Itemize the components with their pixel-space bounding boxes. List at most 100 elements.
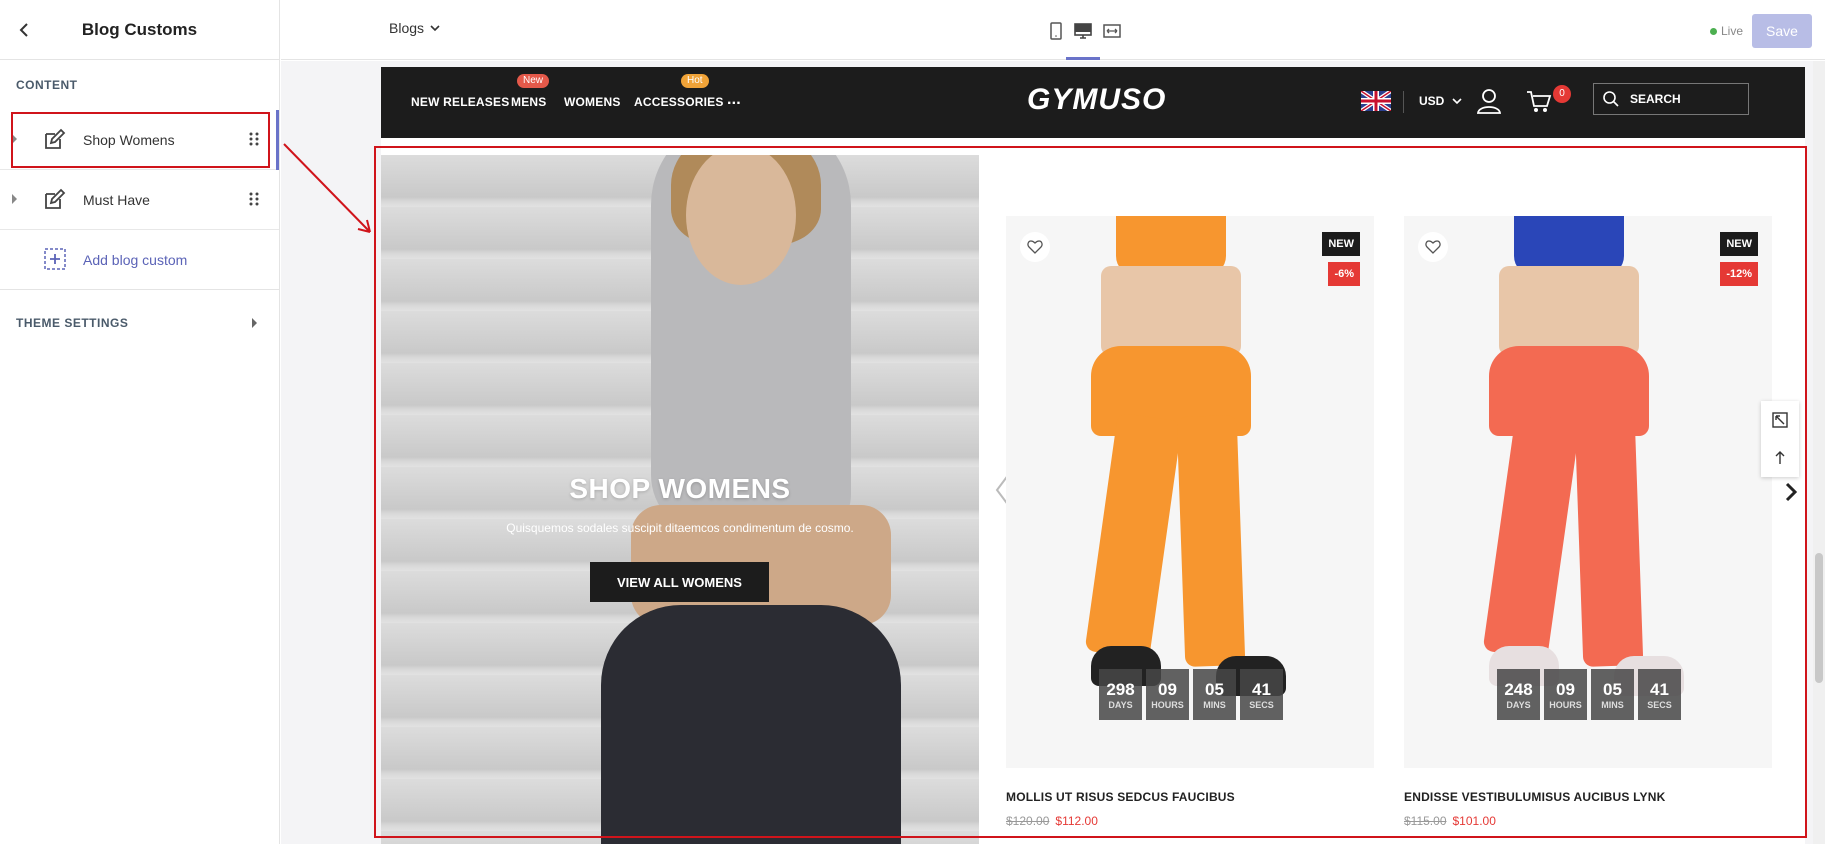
store-search-input[interactable]: SEARCH: [1593, 83, 1749, 115]
expand-caret-icon[interactable]: [12, 194, 17, 204]
save-button[interactable]: Save: [1752, 14, 1812, 48]
heart-icon: [1425, 240, 1441, 254]
caret-right-icon: [252, 318, 257, 328]
countdown-hours: 09 HOURS: [1544, 669, 1587, 720]
nav-divider: [1403, 91, 1404, 113]
sidebar-item-shop-womens[interactable]: Shop Womens: [0, 110, 279, 170]
countdown-value: 05: [1603, 679, 1622, 699]
resize-button[interactable]: [1761, 401, 1799, 439]
add-blog-custom-button[interactable]: Add blog custom: [0, 230, 279, 290]
product-card[interactable]: NEW -12% 248 DAYS 09 HOURS 05 MINS 41 SECS E…: [1404, 216, 1772, 828]
nav-item-womens[interactable]: WOMENS: [564, 95, 621, 109]
editor-toolbar: Blogs Live Save: [281, 0, 1825, 60]
store-navigation: NEW RELEASES New MENS WOMENS Hot ACCESSO…: [381, 67, 1805, 138]
nav-item-new-releases[interactable]: NEW RELEASES: [411, 95, 509, 109]
shop-womens-banner: SHOP WOMENS Quisquemos sodales suscipit …: [381, 155, 979, 844]
preview-scrollbar[interactable]: [1813, 61, 1825, 844]
product-name[interactable]: ENDISSE VESTIBULUMISUS AUCIBUS LYNK: [1404, 790, 1772, 804]
drag-handle-icon[interactable]: [249, 192, 259, 206]
countdown-days: 248 DAYS: [1497, 669, 1540, 720]
countdown-value: 41: [1650, 679, 1669, 699]
countdown-label: DAYS: [1506, 699, 1531, 710]
sale-price: $101.00: [1452, 814, 1496, 828]
countdown-label: MINS: [1601, 699, 1624, 710]
live-status-dot: [1710, 27, 1717, 35]
currency-selector[interactable]: USD: [1419, 94, 1462, 108]
edit-icon: [45, 188, 66, 209]
product-image-leg: [1482, 412, 1581, 660]
page-selector-label: Blogs: [389, 20, 425, 36]
sale-price: $112.00: [1055, 814, 1098, 828]
live-status-label: Live: [1721, 24, 1744, 38]
heart-icon: [1027, 240, 1043, 254]
uk-flag-icon[interactable]: [1361, 91, 1391, 111]
scroll-to-top-button[interactable]: [1761, 439, 1799, 477]
chevron-left-icon: [19, 23, 28, 37]
view-all-womens-button[interactable]: VIEW ALL WOMENS: [590, 562, 769, 602]
countdown-label: MINS: [1203, 699, 1226, 710]
page-selector-dropdown[interactable]: Blogs: [389, 20, 440, 36]
shopping-cart-icon[interactable]: [1525, 87, 1553, 115]
countdown-value: 05: [1205, 679, 1224, 699]
arrow-up-icon: [1775, 451, 1785, 464]
carousel-next-arrow[interactable]: [1781, 480, 1801, 504]
wishlist-button[interactable]: [1020, 232, 1050, 262]
product-image-skin: [1101, 266, 1241, 356]
nav-item-accessories[interactable]: ACCESSORIES: [634, 95, 724, 109]
editor-sidebar: Blog Customs CONTENT Shop Womens Must Ha…: [0, 0, 280, 844]
countdown-value: 09: [1556, 679, 1575, 699]
theme-settings-toggle[interactable]: THEME SETTINGS: [0, 290, 279, 356]
mobile-view-button[interactable]: [1043, 18, 1069, 44]
sidebar-item-label: Must Have: [83, 191, 150, 208]
user-account-icon[interactable]: [1475, 87, 1503, 115]
countdown-timer: 248 DAYS 09 HOURS 05 MINS 41 SECS: [1497, 669, 1681, 720]
original-price: $115.00: [1404, 814, 1447, 828]
store-logo[interactable]: GYMUSO: [1027, 83, 1166, 117]
add-blog-custom-label: Add blog custom: [83, 251, 188, 268]
countdown-timer: 298 DAYS 09 HOURS 05 MINS 41 SECS: [1099, 669, 1283, 720]
banner-title: SHOP WOMENS: [569, 473, 791, 504]
content-section-label: CONTENT: [16, 78, 78, 92]
nav-more-menu[interactable]: ...: [727, 91, 741, 109]
chevron-down-icon: [430, 25, 440, 32]
wishlist-button[interactable]: [1418, 232, 1448, 262]
product-price: $120.00 $112.00: [1006, 814, 1374, 828]
sidebar-item-must-have[interactable]: Must Have: [0, 170, 279, 230]
desktop-view-button[interactable]: [1066, 18, 1100, 60]
product-name[interactable]: MOLLIS UT RISUS SEDCUS FAUCIBUS: [1006, 790, 1374, 804]
expand-caret-icon[interactable]: [12, 134, 17, 144]
product-image-leg: [1084, 412, 1183, 660]
countdown-value: 09: [1158, 679, 1177, 699]
theme-settings-label: THEME SETTINGS: [16, 316, 129, 330]
preview-canvas: NEW RELEASES New MENS WOMENS Hot ACCESSO…: [281, 61, 1825, 844]
preview-scrollbar-thumb[interactable]: [1815, 553, 1823, 683]
countdown-label: SECS: [1249, 699, 1274, 710]
live-status: Live: [1710, 24, 1743, 38]
search-placeholder: SEARCH: [1630, 92, 1681, 106]
product-image[interactable]: NEW -6% 298 DAYS 09 HOURS 05 MINS 41 SECS: [1006, 216, 1374, 768]
original-price: $120.00: [1006, 814, 1050, 828]
sidebar-header: Blog Customs: [0, 0, 279, 60]
countdown-secs: 41 SECS: [1240, 669, 1283, 720]
fullwidth-view-button[interactable]: [1099, 18, 1125, 44]
store-preview: NEW RELEASES New MENS WOMENS Hot ACCESSO…: [381, 67, 1805, 844]
currency-label: USD: [1419, 94, 1445, 108]
new-badge: NEW: [1720, 232, 1758, 256]
product-image[interactable]: NEW -12% 248 DAYS 09 HOURS 05 MINS 41 SECS: [1404, 216, 1772, 768]
chevron-down-icon: [1452, 98, 1462, 105]
product-image-skin: [1499, 266, 1639, 356]
countdown-hours: 09 HOURS: [1146, 669, 1189, 720]
drag-handle-icon[interactable]: [249, 132, 259, 146]
countdown-mins: 05 MINS: [1193, 669, 1236, 720]
discount-badge: -12%: [1720, 262, 1758, 286]
annotation-arrow-icon: [283, 143, 371, 233]
countdown-secs: 41 SECS: [1638, 669, 1681, 720]
content-section-header: CONTENT: [0, 60, 279, 110]
expand-width-icon: [1103, 24, 1121, 38]
floating-tools: [1761, 401, 1799, 477]
nav-item-mens[interactable]: MENS: [511, 95, 546, 109]
desktop-device-icon: [1074, 23, 1092, 39]
product-card[interactable]: NEW -6% 298 DAYS 09 HOURS 05 MINS 41 SECS MO…: [1006, 216, 1374, 828]
search-icon: [1603, 91, 1619, 107]
back-button[interactable]: [12, 18, 36, 42]
